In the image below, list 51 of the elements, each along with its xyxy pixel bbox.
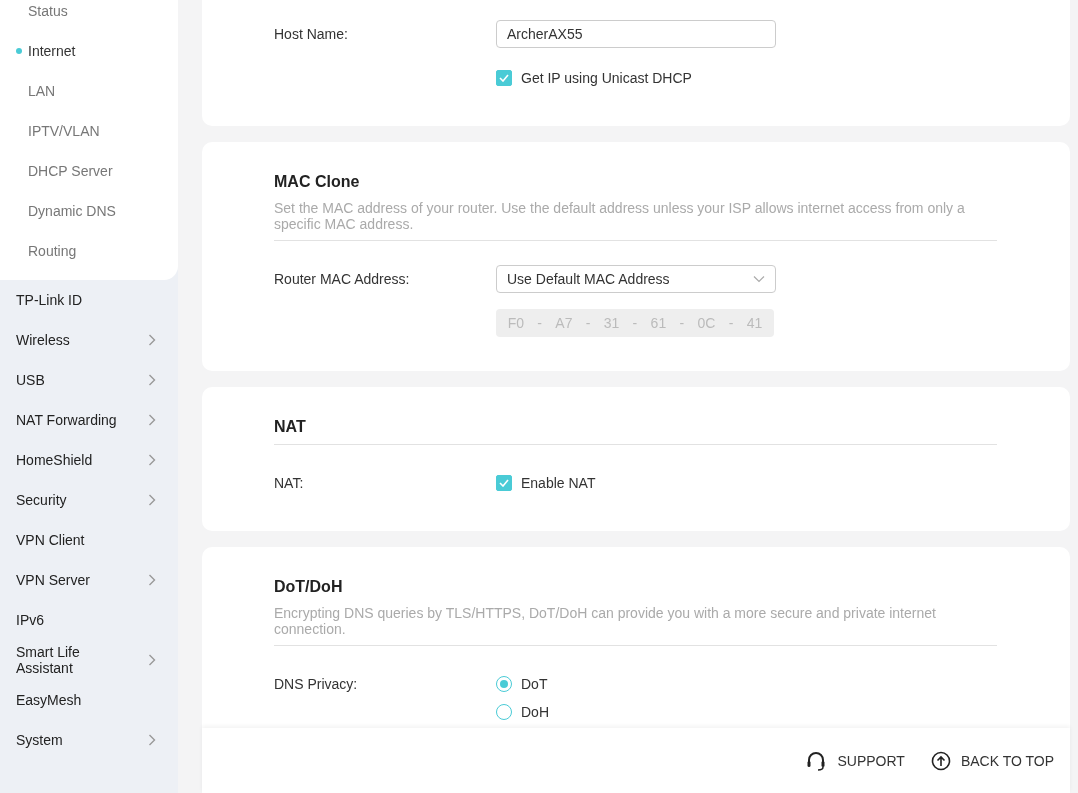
arrow-up-circle-icon	[930, 750, 951, 771]
field-label: NAT:	[274, 474, 305, 493]
menu-item[interactable]: Security	[16, 492, 67, 508]
menu-item[interactable]: IPv6	[16, 612, 44, 628]
menu-item[interactable]: VPN Client	[16, 532, 85, 548]
chevron-right-icon	[148, 454, 156, 466]
field-label: Host Name:	[274, 25, 349, 44]
submenu-item[interactable]: Routing	[0, 231, 178, 271]
checkbox-label: Enable NAT	[521, 474, 596, 493]
menu-item[interactable]: HomeShield	[16, 452, 93, 468]
check-icon	[499, 479, 509, 487]
section-title: DoT/DoH	[274, 578, 344, 596]
submenu-item[interactable]: IPTV/VLAN	[0, 111, 178, 151]
menu-item[interactable]: EasyMesh	[16, 692, 82, 708]
menu-item[interactable]: USB	[16, 372, 45, 388]
section-title: NAT	[274, 418, 307, 436]
chevron-down-icon	[753, 275, 765, 283]
menu-item[interactable]: System	[16, 732, 63, 748]
menu-item[interactable]: TP-Link ID	[16, 292, 83, 308]
back-to-top-link[interactable]: BACK TO TOP	[930, 750, 1054, 771]
chevron-right-icon	[148, 334, 156, 346]
chevron-right-icon	[148, 494, 156, 506]
headset-icon	[805, 749, 828, 772]
submenu-item[interactable]: Internet	[0, 31, 178, 71]
checkbox[interactable]	[496, 475, 512, 491]
support-link[interactable]: SUPPORT	[805, 749, 905, 772]
check-icon	[499, 74, 509, 82]
menu-item[interactable]: VPN Server	[16, 572, 90, 588]
section-title: MAC Clone	[274, 173, 361, 191]
host-name-field[interactable]: ArcherAX55	[496, 20, 776, 48]
submenu-item[interactable]: Status	[0, 0, 178, 31]
chevron-right-icon	[148, 654, 156, 666]
menu-item[interactable]: NAT Forwarding	[16, 412, 117, 428]
chevron-right-icon	[148, 374, 156, 386]
chevron-right-icon	[148, 414, 156, 426]
submenu-item[interactable]: DHCP Server	[0, 151, 178, 191]
field-label: DNS Privacy:	[274, 675, 359, 694]
section-description: Encrypting DNS queries by TLS/HTTPS, DoT/DoH can provide you with a more secure and private internet connection.	[274, 605, 937, 637]
radio-label: DoT	[521, 676, 548, 692]
section-description: Set the MAC address of your router. Use the default address unless your ISP allows internet access from only a specific MAC address.	[274, 200, 966, 232]
radio-label: DoH	[521, 704, 549, 720]
menu-item[interactable]: Wireless	[16, 332, 70, 348]
field-label: Router MAC Address:	[274, 270, 411, 289]
submenu-item[interactable]: LAN	[0, 71, 178, 111]
chevron-right-icon	[148, 734, 156, 746]
submenu-item[interactable]: Dynamic DNS	[0, 191, 178, 231]
menu-item[interactable]: Smart Life Assistant	[16, 644, 126, 676]
mac-address-dropdown[interactable]: Use Default MAC Address	[496, 265, 776, 293]
checkbox[interactable]	[496, 70, 512, 86]
checkbox-label: Get IP using Unicast DHCP	[521, 69, 692, 88]
chevron-right-icon	[148, 574, 156, 586]
